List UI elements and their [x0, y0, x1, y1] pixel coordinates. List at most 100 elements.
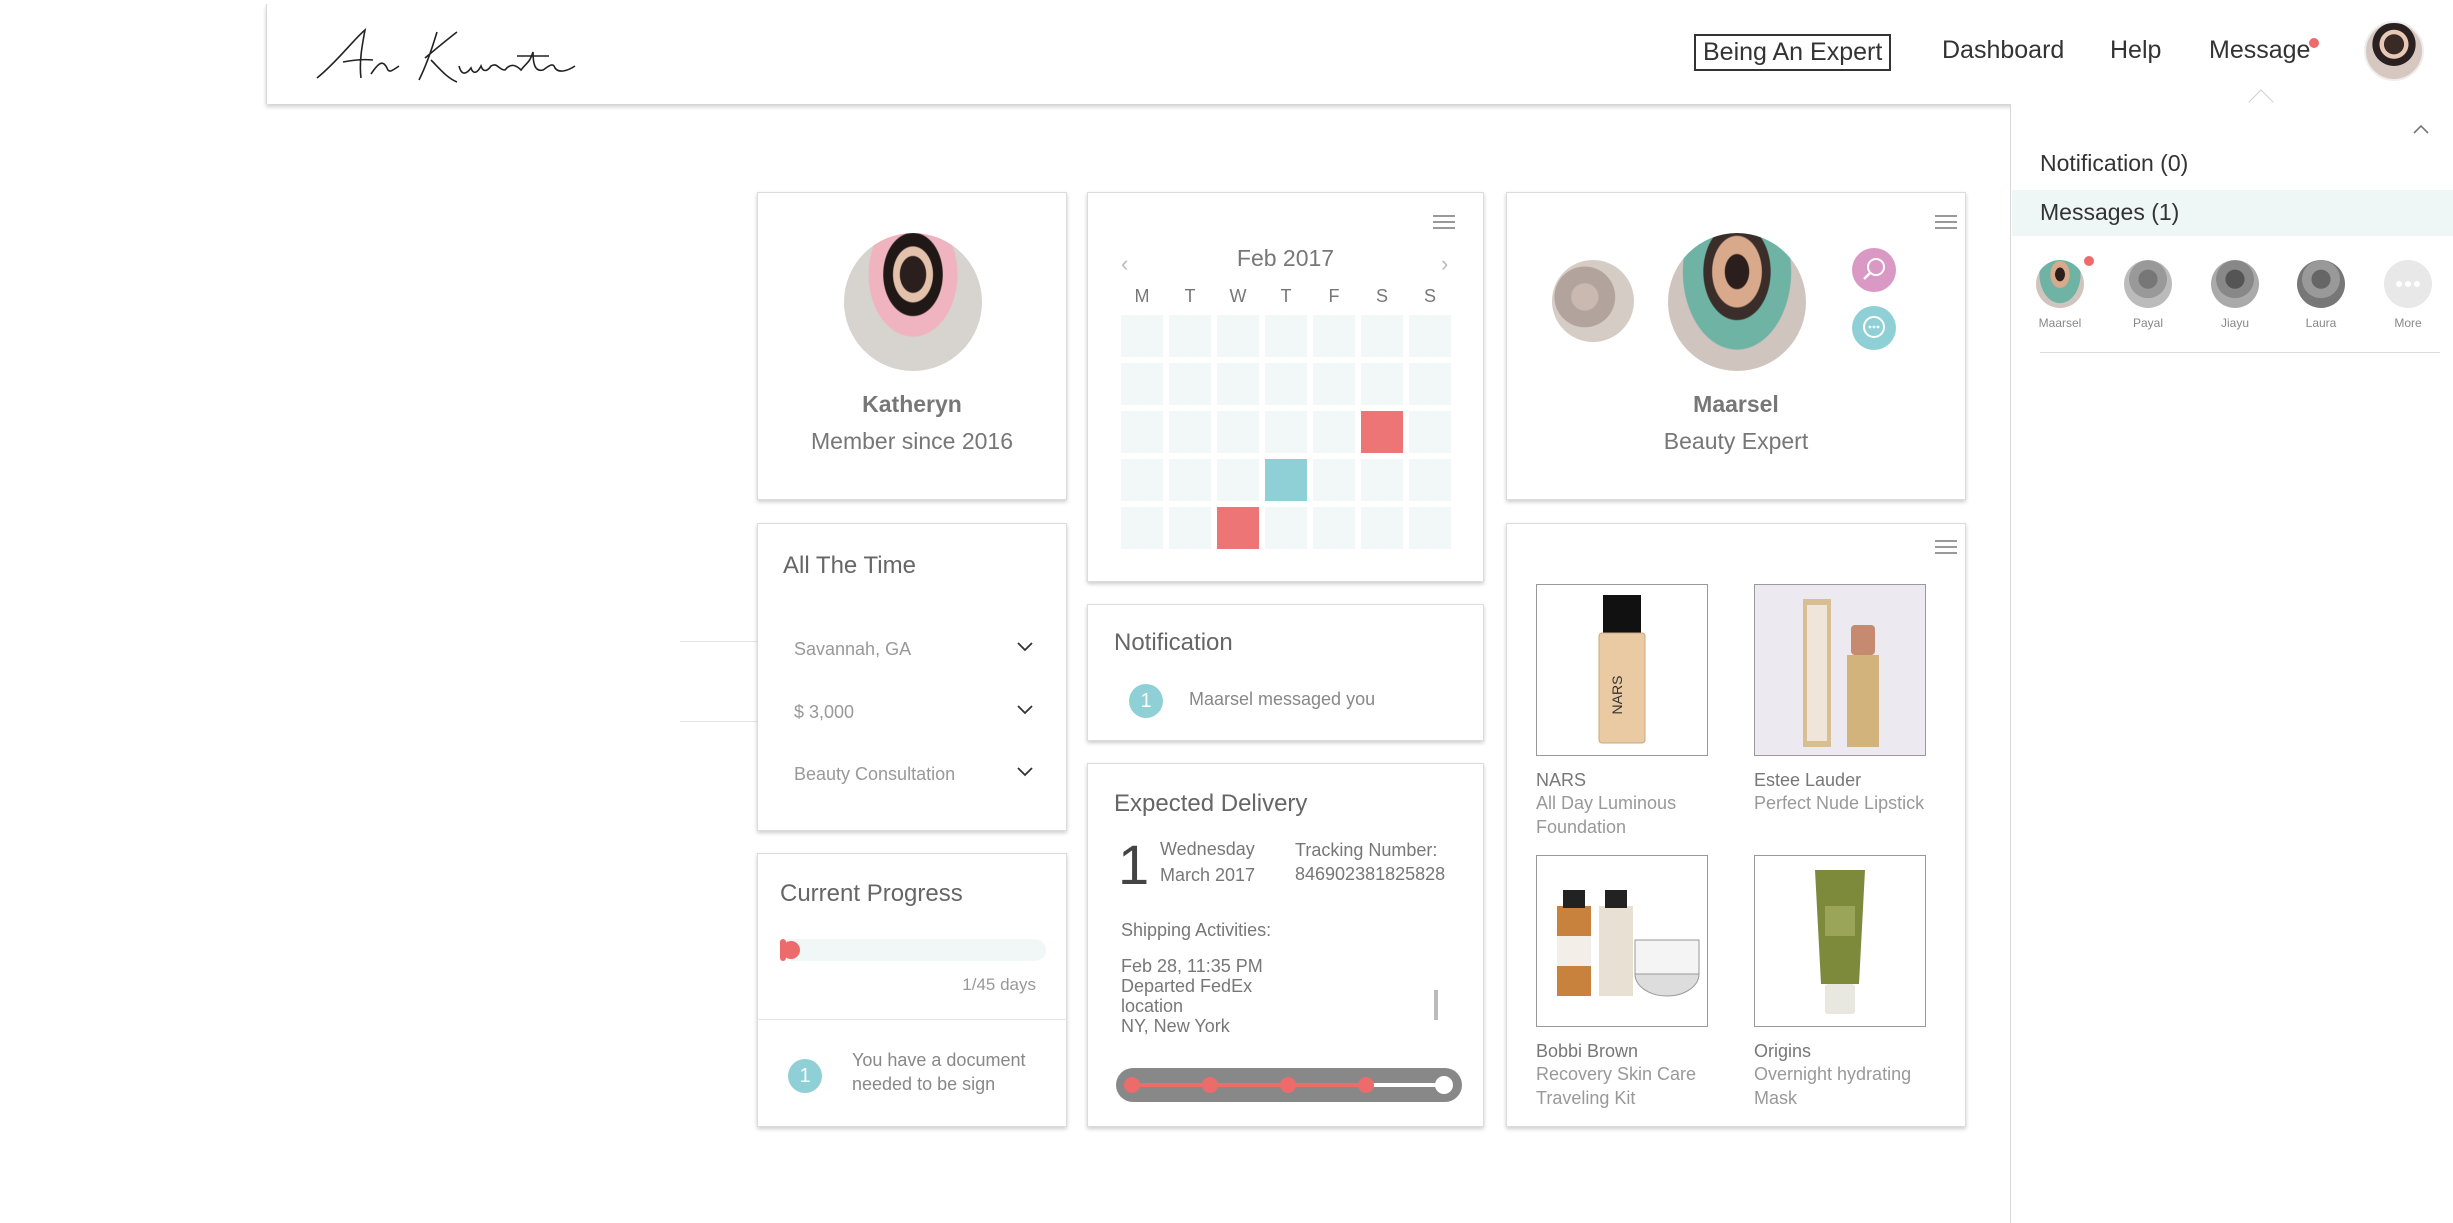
- notification-message[interactable]: Maarsel messaged you: [1189, 689, 1375, 710]
- tab-messages[interactable]: Messages (1): [2012, 190, 2453, 236]
- calendar-day[interactable]: [1217, 363, 1259, 405]
- calendar-day[interactable]: [1169, 507, 1211, 549]
- product-image[interactable]: [1754, 584, 1926, 756]
- calendar-day[interactable]: [1217, 315, 1259, 357]
- document-count-badge[interactable]: 1: [788, 1059, 822, 1093]
- unread-dot-icon: [2084, 256, 2094, 266]
- chevron-up-icon[interactable]: [2412, 120, 2430, 138]
- weekday-label: S: [1423, 286, 1436, 306]
- contact-maarsel[interactable]: Maarsel: [2025, 260, 2095, 330]
- divider: [2040, 352, 2440, 353]
- search-button[interactable]: [1852, 248, 1896, 292]
- product-name: Perfect Nude Lipstick: [1754, 793, 1925, 813]
- product-item[interactable]: Origins Overnight hydrating Mask: [1754, 855, 1926, 1110]
- calendar-day[interactable]: [1361, 459, 1403, 501]
- budget-select[interactable]: $ 3,000: [794, 698, 1034, 728]
- scrollbar[interactable]: [1434, 990, 1438, 1020]
- menu-icon[interactable]: [1935, 540, 1957, 554]
- calendar-month: Feb 2017: [1236, 245, 1335, 271]
- calendar-day[interactable]: [1313, 411, 1355, 453]
- calendar-day[interactable]: [1409, 459, 1451, 501]
- nav-being-an-expert[interactable]: Being An Expert: [1694, 34, 1892, 71]
- calendar-day[interactable]: [1169, 459, 1211, 501]
- calendar-day[interactable]: [1265, 459, 1307, 501]
- delivery-progress: [1116, 1068, 1462, 1102]
- calendar-day[interactable]: [1169, 411, 1211, 453]
- calendar-day[interactable]: [1409, 315, 1451, 357]
- nav-help[interactable]: Help: [2110, 36, 2161, 65]
- calendar-day[interactable]: [1313, 459, 1355, 501]
- tracking-number[interactable]: 846902381825828: [1295, 864, 1445, 885]
- chat-button[interactable]: [1852, 306, 1896, 350]
- contact-jiayu[interactable]: Jiayu: [2200, 260, 2270, 330]
- calendar-day[interactable]: [1409, 507, 1451, 549]
- product-item[interactable]: Estee Lauder Perfect Nude Lipstick: [1754, 584, 1926, 815]
- calendar-day[interactable]: [1121, 363, 1163, 405]
- calendar-day[interactable]: [1409, 363, 1451, 405]
- product-brand: Bobbi Brown: [1536, 1041, 1639, 1061]
- calendar-day[interactable]: [1361, 363, 1403, 405]
- card-title: Current Progress: [780, 880, 963, 907]
- product-image[interactable]: [1754, 855, 1926, 1027]
- expert-avatar[interactable]: [1668, 233, 1806, 371]
- calendar-day[interactable]: [1217, 459, 1259, 501]
- profile-card: Katheryn Member since 2016: [757, 192, 1067, 500]
- product-image[interactable]: NARS: [1536, 584, 1708, 756]
- nav-dashboard[interactable]: Dashboard: [1942, 36, 2064, 65]
- product-item[interactable]: Bobbi Brown Recovery Skin Care Traveling…: [1536, 855, 1708, 1110]
- contact-name: Maarsel: [2038, 316, 2082, 330]
- avatar: [2211, 260, 2259, 308]
- product-item[interactable]: NARS NARS All Day Luminous Foundation: [1536, 584, 1708, 839]
- calendar-day[interactable]: [1169, 315, 1211, 357]
- service-select[interactable]: Beauty Consultation: [794, 760, 1034, 790]
- calendar-day[interactable]: [1313, 315, 1355, 357]
- delivery-weekday: Wednesday: [1160, 839, 1255, 859]
- calendar-day[interactable]: [1361, 507, 1403, 549]
- product-name: Recovery Skin Care Traveling Kit: [1536, 1064, 1697, 1108]
- calendar-day[interactable]: [1121, 411, 1163, 453]
- calendar-day[interactable]: [1313, 507, 1355, 549]
- delivery-step-final: [1435, 1076, 1453, 1094]
- calendar-day[interactable]: [1265, 363, 1307, 405]
- chevron-right-icon[interactable]: ›: [1441, 251, 1448, 277]
- user-avatar[interactable]: [2364, 21, 2424, 81]
- calendar-day[interactable]: [1313, 363, 1355, 405]
- weekday-label: S: [1375, 286, 1388, 306]
- calendar-day[interactable]: [1121, 459, 1163, 501]
- contact-more[interactable]: More: [2373, 260, 2443, 330]
- calendar-day[interactable]: [1265, 411, 1307, 453]
- logo[interactable]: [307, 22, 617, 92]
- product-name: All Day Luminous Foundation: [1536, 793, 1677, 837]
- profile-avatar[interactable]: [844, 233, 982, 371]
- svg-text:NARS: NARS: [1609, 676, 1625, 715]
- calendar-day[interactable]: [1169, 363, 1211, 405]
- document-notice[interactable]: You have a document needed to be sign: [852, 1048, 1042, 1096]
- calendar-day[interactable]: [1121, 507, 1163, 549]
- calendar-day[interactable]: [1265, 507, 1307, 549]
- calendar-day[interactable]: [1265, 315, 1307, 357]
- menu-icon[interactable]: [1433, 215, 1455, 229]
- divider: [680, 641, 758, 642]
- calendar-day[interactable]: [1217, 507, 1259, 549]
- select-value: Savannah, GA: [794, 639, 912, 659]
- contact-laura[interactable]: Laura: [2286, 260, 2356, 330]
- nav-message[interactable]: Message: [2209, 36, 2310, 65]
- calendar-day[interactable]: [1121, 315, 1163, 357]
- progress-card: Current Progress 1/45 days 1 You have a …: [757, 853, 1067, 1127]
- progress-bar: [780, 939, 1046, 961]
- product-name: Overnight hydrating Mask: [1754, 1064, 1912, 1108]
- calendar-day[interactable]: [1409, 411, 1451, 453]
- calendar-day[interactable]: [1361, 315, 1403, 357]
- calendar-day[interactable]: [1217, 411, 1259, 453]
- expert-role: Beauty Expert: [1663, 428, 1809, 454]
- contact-payal[interactable]: Payal: [2113, 260, 2183, 330]
- tab-notification[interactable]: Notification (0): [2040, 150, 2188, 177]
- contact-name: Jiayu: [2220, 316, 2249, 330]
- secondary-avatar[interactable]: [1552, 260, 1634, 342]
- calendar-day[interactable]: [1361, 411, 1403, 453]
- weekday-label: W: [1229, 286, 1247, 306]
- product-image[interactable]: [1536, 855, 1708, 1027]
- location-select[interactable]: Savannah, GA: [794, 635, 1034, 665]
- menu-icon[interactable]: [1935, 215, 1957, 229]
- tracking-label: Tracking Number:: [1295, 840, 1438, 860]
